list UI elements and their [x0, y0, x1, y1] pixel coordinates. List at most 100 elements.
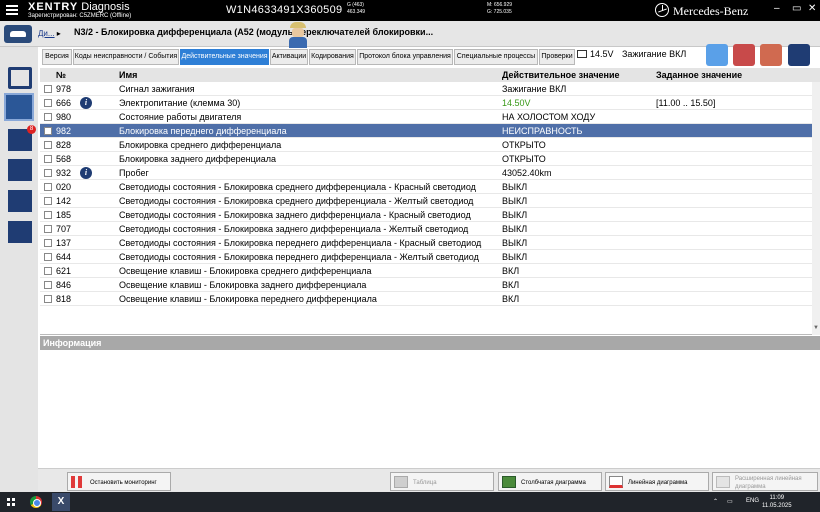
row-checkbox[interactable]	[44, 225, 52, 233]
model-info: G (463) 463.349	[347, 2, 365, 16]
maker-name: Mercedes-Benz	[673, 4, 749, 18]
network-icon[interactable]: ▭	[727, 498, 733, 505]
table-row[interactable]: 707 Светодиоды состояния - Блокировка за…	[40, 222, 812, 236]
row-number: 020	[56, 182, 72, 192]
row-checkbox[interactable]	[44, 127, 52, 135]
chrome-icon[interactable]	[30, 496, 42, 508]
line-chart-icon	[609, 476, 623, 488]
row-number: 644	[56, 252, 72, 262]
language-indicator[interactable]: ENG	[746, 498, 759, 504]
document-edit-icon[interactable]	[8, 221, 32, 243]
breadcrumb-separator: ▸	[56, 29, 61, 38]
col-actual-value[interactable]: Действительное значение	[502, 70, 620, 80]
table-row[interactable]: 978 Сигнал зажигания Зажигание ВКЛ	[40, 82, 812, 96]
row-checkbox[interactable]	[44, 239, 52, 247]
stop-monitoring-button[interactable]: Остановить мониторинг	[67, 472, 171, 491]
table-scrollbar[interactable]: ▼	[812, 82, 820, 335]
table-row[interactable]: 020 Светодиоды состояния - Блокировка ср…	[40, 180, 812, 194]
tab-activations[interactable]: Активации	[270, 49, 308, 65]
table-view-button[interactable]: Таблица	[390, 472, 494, 491]
bar-chart-label: Столбчатая диаграмма	[521, 480, 586, 486]
row-name: Светодиоды состояния - Блокировка передн…	[119, 238, 482, 248]
table-icon	[394, 476, 408, 488]
list-icon[interactable]	[8, 159, 32, 181]
row-actual: НЕИСПРАВНОСТЬ	[502, 126, 583, 136]
row-checkbox[interactable]	[44, 113, 52, 121]
home-icon[interactable]	[8, 67, 32, 89]
row-checkbox[interactable]	[44, 169, 52, 177]
tab-fault-codes[interactable]: Коды неисправности / События	[73, 49, 179, 65]
info-icon[interactable]: i	[80, 97, 92, 109]
extended-line-chart-label: Расширенная линейная диаграмма	[735, 476, 802, 490]
row-checkbox[interactable]	[44, 281, 52, 289]
row-checkbox[interactable]	[44, 197, 52, 205]
tab-control-unit-log[interactable]: Протокол блока управления	[357, 49, 453, 65]
stop-icon	[71, 476, 85, 488]
menu-icon[interactable]	[6, 5, 18, 15]
system-clock[interactable]: 11:09 11.05.2025	[762, 494, 792, 510]
table-row[interactable]: 932 i Пробег 43052.40km	[40, 166, 812, 180]
table-row[interactable]: 846 Освещение клавиш - Блокировка заднег…	[40, 278, 812, 292]
col-number[interactable]: №	[56, 70, 66, 80]
table-row[interactable]: 621 Освещение клавиш - Блокировка средне…	[40, 264, 812, 278]
mercedes-star-icon	[655, 3, 669, 17]
row-name: Блокировка заднего дифференциала	[119, 154, 277, 164]
row-actual: ОТКРЫТО	[502, 154, 546, 164]
info-icon[interactable]: i	[80, 167, 92, 179]
maximize-button[interactable]: ▭	[792, 3, 801, 14]
minimize-button[interactable]: –	[774, 3, 780, 14]
scroll-down-icon[interactable]: ▼	[813, 325, 819, 331]
row-number: 621	[56, 266, 72, 276]
table-row-selected[interactable]: 982 Блокировка переднего дифференциала Н…	[40, 124, 812, 138]
row-number: 828	[56, 140, 72, 150]
control-unit-icon[interactable]	[4, 93, 34, 121]
table-row[interactable]: 828 Блокировка среднего дифференциала ОТ…	[40, 138, 812, 152]
engine-code: M: 656.929	[487, 2, 513, 8]
tab-coding[interactable]: Кодирования	[309, 49, 356, 65]
clock-date: 11.05.2025	[762, 503, 792, 509]
tab-actual-values[interactable]: Действительные значения	[180, 49, 269, 65]
breadcrumb-link[interactable]: Ди...	[38, 29, 55, 38]
tray-chevron-icon[interactable]: ⌃	[713, 498, 718, 505]
row-checkbox[interactable]	[44, 141, 52, 149]
stop-monitoring-label: Остановить мониторинг	[90, 480, 157, 486]
row-name: Сигнал зажигания	[119, 84, 195, 94]
row-number: 818	[56, 294, 72, 304]
table-row[interactable]: 818 Освещение клавиш - Блокировка передн…	[40, 292, 812, 306]
row-name: Освещение клавиш - Блокировка переднего …	[119, 294, 377, 304]
tab-checks[interactable]: Проверки	[539, 49, 575, 65]
table-row[interactable]: 980 Состояние работы двигателя НА ХОЛОСТ…	[40, 110, 812, 124]
bar-chart-button[interactable]: Столбчатая диаграмма	[498, 472, 602, 491]
row-name: Состояние работы двигателя	[119, 112, 242, 122]
row-checkbox[interactable]	[44, 253, 52, 261]
xentry-taskbar-icon[interactable]: X	[52, 493, 70, 511]
brand-name: XENTRY	[28, 1, 79, 13]
row-checkbox[interactable]	[44, 267, 52, 275]
table-row[interactable]: 666 i Электропитание (клемма 30) 14.50V …	[40, 96, 812, 110]
vehicle-icon[interactable]	[4, 25, 32, 43]
vin: W1N4633491X360509	[226, 4, 343, 16]
table-row[interactable]: 568 Блокировка заднего дифференциала ОТК…	[40, 152, 812, 166]
row-checkbox[interactable]	[44, 211, 52, 219]
table-row[interactable]: 137 Светодиоды состояния - Блокировка пе…	[40, 236, 812, 250]
row-checkbox[interactable]	[44, 155, 52, 163]
windows-start-icon[interactable]	[7, 498, 15, 506]
col-name[interactable]: Имя	[119, 70, 137, 80]
table-row[interactable]: 185 Светодиоды состояния - Блокировка за…	[40, 208, 812, 222]
extended-line-chart-button[interactable]: Расширенная линейная диаграмма	[712, 472, 818, 491]
module-grid-icon[interactable]	[8, 190, 32, 212]
row-checkbox[interactable]	[44, 85, 52, 93]
row-checkbox[interactable]	[44, 183, 52, 191]
table-header: № Имя Действительное значение Заданное з…	[40, 68, 820, 82]
col-target-value[interactable]: Заданное значение	[656, 70, 742, 80]
table-row[interactable]: 142 Светодиоды состояния - Блокировка ср…	[40, 194, 812, 208]
row-checkbox[interactable]	[44, 99, 52, 107]
table-row[interactable]: 644 Светодиоды состояния - Блокировка пе…	[40, 250, 812, 264]
row-number: 137	[56, 238, 72, 248]
windows-taskbar: X ⌃ ▭ ENG 11:09 11.05.2025	[0, 492, 820, 512]
tab-version[interactable]: Версия	[42, 49, 72, 65]
tab-special-procedures[interactable]: Специальные процессы	[454, 49, 538, 65]
line-chart-button[interactable]: Линейная диаграмма	[605, 472, 709, 491]
close-button[interactable]: ✕	[808, 3, 816, 14]
row-checkbox[interactable]	[44, 295, 52, 303]
